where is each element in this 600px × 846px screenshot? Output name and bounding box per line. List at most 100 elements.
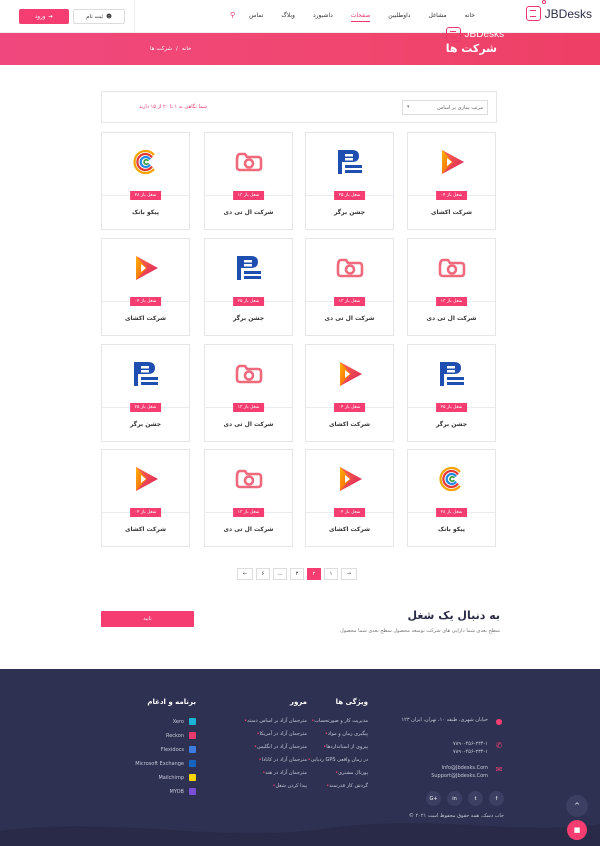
company-document-logo: [306, 145, 393, 179]
company-name[interactable]: شرکت ال تی دی: [205, 526, 292, 533]
company-card[interactable]: ۰۴ شغل باز شرکت اکشای: [305, 449, 394, 547]
login-button[interactable]: ورود ➔: [19, 9, 69, 24]
company-card[interactable]: ۱۳ شغل باز شرکت ال تی دی: [204, 449, 293, 547]
company-card[interactable]: ۰۴ شغل باز شرکت اکشای: [407, 132, 496, 230]
open-jobs-badge: ۰۴ شغل باز: [435, 191, 468, 200]
nav-item-candidates[interactable]: داوطلبین: [388, 12, 410, 19]
pagination-next[interactable]: →: [341, 568, 357, 580]
brand-name: JBDesks: [544, 6, 592, 21]
footer-app-link[interactable]: Microsoft Exchange: [112, 760, 196, 767]
company-name[interactable]: جشن برگر: [408, 421, 495, 428]
footer-address-text: ۱۲۳ خیابان شهری، طبقه ۱۰، تهران، ایران: [401, 717, 488, 723]
nav-item-pages[interactable]: صفحات: [350, 12, 371, 22]
footer-app-link[interactable]: Reckon: [112, 732, 196, 739]
footer-feature-link-label: گردش کار قدرتمند: [329, 783, 368, 789]
pagination-page[interactable]: ۶: [256, 568, 270, 580]
company-name[interactable]: شرکت اکشای: [306, 526, 393, 533]
footer-app-link[interactable]: Mailchimp: [112, 774, 196, 781]
app-logo-icon: [189, 718, 196, 725]
company-card[interactable]: ۰۴ شغل باز شرکت اکشای: [101, 449, 190, 547]
footer-feature-link-label: پورتال مشتری: [338, 770, 368, 776]
footer-browse-link[interactable]: •مترجمان آزاد در آمریکا: [203, 731, 307, 737]
pagination-page[interactable]: ۳: [290, 568, 304, 580]
job-cta-subtitle: سطح بعدی شما دارایی های شرکت توسعه محصول…: [340, 628, 500, 634]
footer-app-link[interactable]: MYOB: [112, 788, 196, 795]
footer-app-label: MYOB: [169, 788, 184, 795]
company-name[interactable]: شرکت ال تی دی: [205, 421, 292, 428]
social-links: f t in G+: [426, 791, 504, 806]
chat-button[interactable]: ■: [567, 820, 587, 840]
nav-item-blog[interactable]: وبلاگ: [281, 12, 295, 19]
footer-apps-title: برنامه و ادغام: [147, 698, 196, 706]
footer-browse-link[interactable]: •مترجمان آزاد بر اساس دسته: [203, 718, 307, 724]
footer-browse-column: مرور •مترجمان آزاد بر اساس دسته •مترجمان …: [203, 698, 307, 796]
company-name[interactable]: جشن برگر: [205, 315, 292, 322]
footer-feature-link-label: مدیریت کار و صورتحساب: [314, 718, 368, 724]
brand-logo[interactable]: JBDesks: [525, 6, 592, 21]
footer-browse-link[interactable]: •مترجمان آزاد در انگلیس: [203, 744, 307, 750]
open-jobs-badge: ۲۸ شغل باز: [129, 191, 162, 200]
open-jobs-badge: ۰۴ شغل باز: [129, 297, 162, 306]
footer-browse-link-label: پیدا کردن شغل: [275, 783, 307, 789]
login-icon: ➔: [48, 13, 54, 20]
footer-browse-link[interactable]: •مترجمان آزاد در هند: [203, 770, 307, 776]
open-jobs-badge: ۲۸ شغل باز: [435, 508, 468, 517]
footer-app-link[interactable]: Flexidocs: [112, 746, 196, 753]
company-c-ring-logo: [102, 145, 189, 179]
company-name[interactable]: شرکت ال تی دی: [408, 315, 495, 322]
company-name[interactable]: شرکت اکشای: [306, 421, 393, 428]
company-c-ring-logo: [408, 462, 495, 496]
footer-apps-column: برنامه و ادغام Xero Reckon Flexidocs Micros…: [112, 698, 196, 802]
company-card[interactable]: ۰۴ شغل باز شرکت اکشای: [101, 238, 190, 336]
open-jobs-badge: ۰۴ شغل باز: [129, 508, 162, 517]
main-nav: خانه مشاغل داوطلبین صفحات داشبورد وبلاگ …: [249, 12, 475, 22]
company-card[interactable]: ۲۵ شغل باز جشن برگر: [101, 344, 190, 442]
company-name[interactable]: جشن برگر: [306, 209, 393, 216]
company-card[interactable]: ۲۵ شغل باز جشن برگر: [305, 132, 394, 230]
footer-app-link[interactable]: Xero: [112, 718, 196, 725]
footer-browse-link-label: مترجمان آزاد بر اساس دسته: [247, 718, 307, 724]
company-card[interactable]: ۲۸ شغل باز پیکو بانک: [101, 132, 190, 230]
company-name[interactable]: شرکت ال تی دی: [205, 209, 292, 216]
nav-item-jobs[interactable]: مشاغل: [428, 12, 446, 19]
footer-brand-logo[interactable]: JBDesks: [445, 27, 504, 42]
company-name[interactable]: شرکت اکشای: [408, 209, 495, 216]
company-card[interactable]: ۰۴ شغل باز شرکت اکشای: [305, 344, 394, 442]
google-plus-icon[interactable]: G+: [426, 791, 441, 806]
breadcrumb-home[interactable]: خانه: [182, 46, 192, 52]
company-card[interactable]: ۲۵ شغل باز جشن برگر: [204, 238, 293, 336]
pagination-prev[interactable]: ←: [237, 568, 253, 580]
footer-browse-title: مرور: [289, 698, 307, 706]
nav-item-contact[interactable]: تماس: [249, 12, 263, 19]
back-to-top-button[interactable]: ^: [566, 795, 588, 817]
company-camera-logo: [205, 357, 292, 391]
company-name[interactable]: پیکو بانک: [102, 209, 189, 216]
company-card[interactable]: ۱۳ شغل باز شرکت ال تی دی: [204, 132, 293, 230]
company-card[interactable]: ۲۵ شغل باز جشن برگر: [407, 344, 496, 442]
nav-item-dashboard[interactable]: داشبورد: [313, 12, 333, 19]
search-icon[interactable]: ⚲: [230, 11, 235, 19]
company-name[interactable]: جشن برگر: [102, 421, 189, 428]
company-name[interactable]: شرکت اکشای: [102, 315, 189, 322]
company-card[interactable]: ۱۳ شغل باز شرکت ال تی دی: [204, 344, 293, 442]
linkedin-icon[interactable]: in: [447, 791, 462, 806]
company-camera-logo: [205, 145, 292, 179]
company-card[interactable]: ۱۳ شغل باز شرکت ال تی دی: [305, 238, 394, 336]
footer-browse-link[interactable]: •پیدا کردن شغل: [203, 783, 307, 789]
pagination-page[interactable]: ۱: [324, 568, 338, 580]
job-cta-button[interactable]: تایید: [101, 611, 194, 627]
company-name[interactable]: پیکو بانک: [408, 526, 495, 533]
signup-button[interactable]: ثبت نام ☻: [73, 9, 125, 24]
app-logo-icon: [189, 746, 196, 753]
nav-item-home[interactable]: خانه: [465, 12, 475, 19]
twitter-icon[interactable]: t: [468, 791, 483, 806]
company-card[interactable]: ۱۳ شغل باز شرکت ال تی دی: [407, 238, 496, 336]
company-name[interactable]: شرکت ال تی دی: [306, 315, 393, 322]
footer-browse-link[interactable]: •مترجمان آزاد در کانادا: [203, 757, 307, 763]
company-name[interactable]: شرکت اکشای: [102, 526, 189, 533]
facebook-icon[interactable]: f: [489, 791, 504, 806]
sort-select[interactable]: مرتب سازی بر اساس ▾: [402, 100, 488, 115]
breadcrumb-separator: /: [176, 46, 178, 52]
pagination-page-active[interactable]: ۲: [307, 568, 321, 580]
company-card[interactable]: ۲۸ شغل باز پیکو بانک: [407, 449, 496, 547]
